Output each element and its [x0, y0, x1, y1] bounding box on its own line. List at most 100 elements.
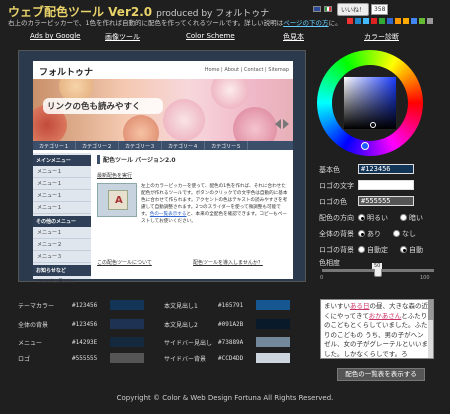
flag-uk-icon[interactable] — [313, 6, 321, 12]
palette-name: サイドバー見出し — [164, 339, 213, 347]
nav-color-diagnosis[interactable]: カラー診断 — [364, 32, 399, 42]
twitter-icon[interactable] — [363, 18, 369, 24]
palette-swatch — [256, 319, 290, 329]
color-wheel-picker[interactable] — [317, 50, 442, 156]
sidebar-item[interactable]: メニュー１ — [33, 227, 91, 239]
preview-body-text: 左上のカラーピッカーを使って、配色の1色を作れば、それに合わせた配色が作れるツー… — [141, 183, 289, 225]
palette-row: サイドバー背景 #CCD4DD — [164, 353, 290, 363]
radio-icon[interactable] — [358, 214, 365, 221]
footer-copyright: Copyright © Color & Web Design Fortuna A… — [116, 394, 334, 402]
preview-tab-2[interactable]: カテゴリー２ — [76, 141, 120, 150]
subtitle: 右上のカラーピッカーで、1色を作れば自動的に配色を作ってくれるツールです。詳しい… — [8, 17, 342, 27]
radio-icon[interactable] — [358, 246, 365, 253]
palette-table: テーマカラー #123456 全体の背景 #123456 メニュー #14293… — [18, 292, 306, 384]
preview-about-link[interactable]: この配色ツールについて — [97, 259, 152, 266]
preview-hero-caption: リンクの色も読みやすく — [43, 98, 163, 114]
palette-hex: #165791 — [218, 301, 244, 309]
sidebar-item[interactable]: メニュー１ — [33, 166, 91, 178]
logo-text-input[interactable] — [358, 180, 414, 190]
logo-bg-radios: 自動定 自動 — [358, 245, 423, 255]
direction-radios: 明るい 暗い — [358, 213, 423, 223]
preview-tab-4[interactable]: カテゴリー４ — [162, 141, 206, 150]
slider-min: 0 — [320, 275, 324, 281]
evernote-icon[interactable] — [419, 18, 425, 24]
preview-tab-1[interactable]: カテゴリー１ — [33, 141, 77, 150]
radio-icon[interactable] — [393, 230, 400, 237]
sidebar-item[interactable]: メニュー１ — [33, 202, 91, 214]
top-nav: Ads by Google 画像ツール Color Scheme 色見本 カラー… — [0, 30, 450, 44]
hue-marker[interactable] — [361, 142, 369, 150]
palette-name: 本文見出し2 — [164, 321, 198, 329]
palette-row: 本文見出し2 #091A2B — [164, 319, 290, 329]
logo-bg-auto-radio[interactable]: 自動 — [400, 245, 423, 255]
header: ウェブ配色ツール Ver2.0 produced by フォルトゥナ いいね！ 3… — [0, 0, 450, 30]
next-arrow-icon[interactable] — [283, 119, 289, 129]
sample-text-box[interactable]: まいすいある日の昼、大きな森の近くにやってきておかあさんとふたりのこどもとくらし… — [320, 299, 434, 359]
textbox-scroll-thumb[interactable] — [428, 300, 433, 320]
preview-site-nav[interactable]: Home | About | Contact | Sitemap — [205, 67, 289, 73]
logo-bg-manual-radio[interactable]: 自動定 — [358, 245, 388, 255]
background-on-radio[interactable]: あり — [358, 229, 381, 239]
subtitle-link[interactable]: ページの下の方 — [283, 19, 328, 27]
bookmark-icon[interactable] — [347, 18, 353, 24]
prev-arrow-icon[interactable] — [275, 119, 281, 129]
palette-name: 本文見出し1 — [164, 302, 198, 310]
nav-color-samples[interactable]: 色見本 — [283, 32, 304, 42]
palette-swatch — [110, 300, 144, 310]
alphabet-block-icon: A — [108, 190, 128, 210]
palette-row: サイドバー見出し #73889A — [164, 337, 290, 347]
base-color-input[interactable]: #123456 — [358, 164, 414, 174]
buzzurl-icon[interactable] — [395, 18, 401, 24]
like-button[interactable]: いいね！ — [337, 3, 370, 16]
nav-ads-by-google[interactable]: Ads by Google — [30, 32, 80, 40]
logo-color-input[interactable]: #555555 — [358, 196, 414, 206]
direction-bright-radio[interactable]: 明るい — [358, 213, 388, 223]
nav-color-scheme[interactable]: Color Scheme — [186, 32, 235, 40]
palette-swatch — [110, 319, 144, 329]
radio-icon[interactable] — [400, 214, 407, 221]
palette-name: メニュー — [18, 339, 43, 347]
sidebar-heading: その他のメニュー — [33, 216, 91, 227]
sidebar-item[interactable]: メニュー２ — [33, 239, 91, 251]
show-palette-list-button[interactable]: 配色の一覧表を表示する — [337, 368, 425, 381]
sample-link-1[interactable]: ある日 — [350, 302, 370, 310]
preview-logo: フォルトゥナ — [39, 68, 94, 78]
preview-tab-5[interactable]: カテゴリー５ — [205, 141, 249, 150]
share-icons — [347, 18, 433, 24]
google-icon[interactable] — [411, 18, 417, 24]
sv-marker[interactable] — [370, 122, 376, 128]
palette-row: メニュー #14293E — [18, 337, 144, 347]
base-color-label: 基本色 — [319, 166, 340, 174]
flag-italy-icon[interactable] — [324, 6, 332, 12]
mail-icon[interactable] — [427, 18, 433, 24]
flower-decoration — [211, 79, 249, 109]
hatena-icon[interactable] — [355, 18, 361, 24]
saturation-slider[interactable] — [322, 263, 434, 277]
livedoor-icon[interactable] — [379, 18, 385, 24]
textbox-scrollbar[interactable] — [428, 300, 433, 358]
radio-icon[interactable] — [400, 246, 407, 253]
sidebar-item[interactable]: メニュー１ — [33, 178, 91, 190]
yahoo-icon[interactable] — [371, 18, 377, 24]
flower-decoration — [123, 115, 159, 141]
sample-link-2[interactable]: おかあさん — [369, 312, 402, 320]
nav-image-tools[interactable]: 画像ツール — [105, 32, 140, 42]
delicious-icon[interactable] — [387, 18, 393, 24]
direction-dark-radio[interactable]: 暗い — [400, 213, 423, 223]
palette-swatch — [256, 337, 290, 347]
language-flags[interactable] — [313, 6, 332, 12]
preview-body-link[interactable]: 色の一覧表示する — [150, 212, 187, 217]
rss-icon[interactable] — [403, 18, 409, 24]
background-off-radio[interactable]: なし — [393, 229, 416, 239]
radio-icon[interactable] — [358, 230, 365, 237]
preview-main-sub[interactable]: 最新配色を実行 — [97, 172, 289, 179]
hero-arrows — [275, 119, 289, 129]
sidebar-item[interactable]: メニュー３ — [33, 251, 91, 263]
palette-swatch — [110, 353, 144, 363]
preview-thumbnail: A — [97, 183, 137, 217]
preview-tab-3[interactable]: カテゴリー３ — [119, 141, 163, 150]
background-off-label: なし — [402, 230, 416, 238]
palette-name: サイドバー背景 — [164, 355, 207, 363]
preview-install-link[interactable]: 配色ツールを導入しませんか？ — [193, 259, 263, 266]
sidebar-item[interactable]: メニュー１ — [33, 190, 91, 202]
